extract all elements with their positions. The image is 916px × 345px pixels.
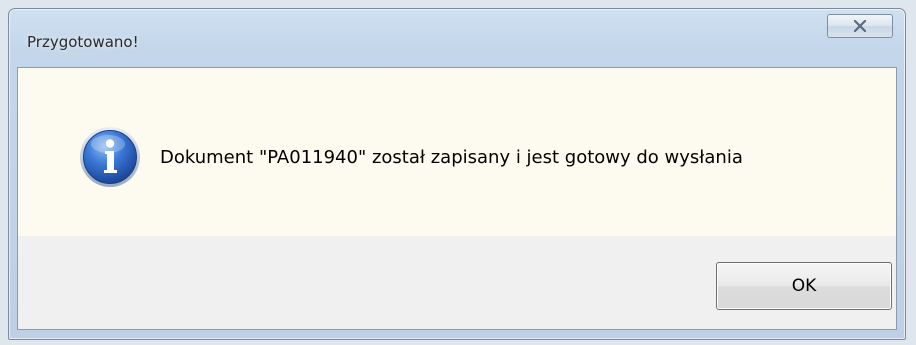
message-dialog: Przygotowano! Dokument "PA011940" został…	[8, 8, 906, 340]
dialog-message: Dokument "PA011940" został zapisany i je…	[160, 147, 743, 168]
close-icon	[853, 20, 867, 32]
dialog-body: Dokument "PA011940" został zapisany i je…	[17, 67, 897, 330]
ok-button[interactable]: OK	[716, 262, 892, 310]
title-bar[interactable]: Przygotowano!	[9, 9, 905, 67]
message-area: Dokument "PA011940" został zapisany i je…	[18, 68, 896, 236]
dialog-title: Przygotowano!	[27, 33, 139, 51]
info-icon	[80, 127, 140, 187]
close-button[interactable]	[827, 14, 893, 38]
